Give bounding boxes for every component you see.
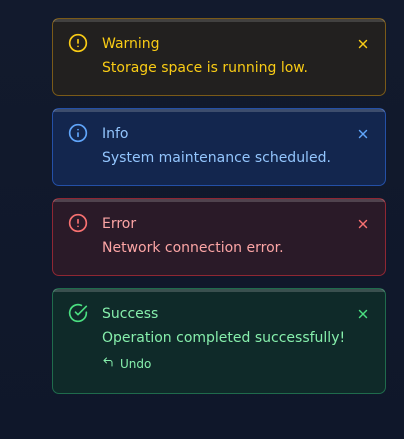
toast-title: Error (102, 216, 137, 232)
toast-content: Error Network connection error. (68, 213, 371, 258)
toast-title: Success (102, 306, 159, 322)
toast-title: Info (102, 126, 129, 142)
toast-body: Success Operation completed successfully… (102, 303, 347, 372)
toast-body: Warning Storage space is running low. (102, 33, 347, 78)
toast-title: Warning (102, 36, 160, 52)
close-icon[interactable] (355, 126, 371, 142)
toast-message: Operation completed successfully! (102, 330, 346, 346)
undo-label: Undo (120, 357, 152, 371)
close-icon[interactable] (355, 36, 371, 52)
toast-body: Info System maintenance scheduled. (102, 123, 347, 168)
close-icon[interactable] (355, 216, 371, 232)
undo-icon (102, 356, 120, 372)
toast-message: Storage space is running low. (102, 60, 308, 76)
toast-warning: Warning Storage space is running low. (52, 18, 386, 96)
check-circle-icon (68, 303, 88, 323)
toast-success: Success Operation completed successfully… (52, 288, 386, 394)
toast-body: Error Network connection error. (102, 213, 347, 258)
toast-message: System maintenance scheduled. (102, 150, 331, 166)
toast-info: Info System maintenance scheduled. (52, 108, 386, 186)
toast-content: Info System maintenance scheduled. (68, 123, 371, 168)
toast-message: Network connection error. (102, 240, 284, 256)
alert-circle-icon (68, 213, 88, 233)
toast-error: Error Network connection error. (52, 198, 386, 276)
undo-button[interactable]: Undo (102, 356, 151, 372)
toast-content: Success Operation completed successfully… (68, 303, 371, 372)
close-icon[interactable] (355, 306, 371, 322)
alert-circle-icon (68, 33, 88, 53)
toast-content: Warning Storage space is running low. (68, 33, 371, 78)
info-icon (68, 123, 88, 143)
